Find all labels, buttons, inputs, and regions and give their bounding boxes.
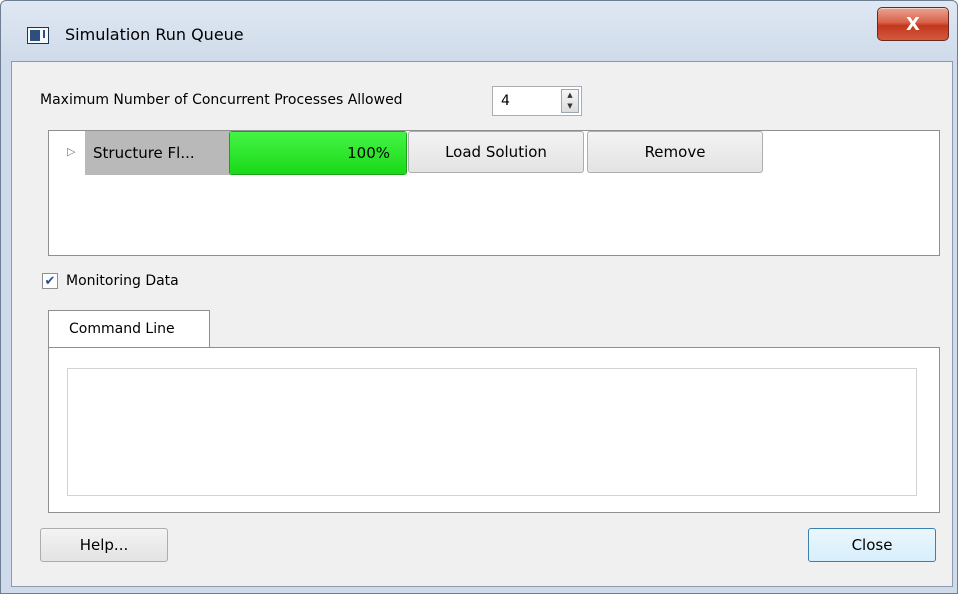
- close-button[interactable]: Close: [808, 528, 936, 562]
- app-icon-bar: [30, 30, 40, 41]
- tab-command-line[interactable]: Command Line: [48, 310, 210, 348]
- app-icon-mark: [43, 30, 45, 38]
- command-line-panel: [48, 347, 940, 513]
- dialog-window: Simulation Run Queue X Maximum Number of…: [0, 0, 958, 594]
- load-solution-button[interactable]: Load Solution: [408, 131, 584, 173]
- app-icon: [27, 27, 49, 44]
- remove-button[interactable]: Remove: [587, 131, 763, 173]
- dialog-body: Maximum Number of Concurrent Processes A…: [11, 61, 953, 587]
- close-icon: X: [906, 13, 920, 35]
- checkmark-icon: ✔: [44, 273, 56, 289]
- run-queue-list: ▷ Structure Fl... 100% Load Solution Rem…: [48, 130, 940, 256]
- monitoring-data-option[interactable]: ✔ Monitoring Data: [42, 272, 179, 290]
- help-button[interactable]: Help...: [40, 528, 168, 562]
- job-name[interactable]: Structure Fl...: [85, 131, 231, 175]
- command-line-output[interactable]: [67, 368, 917, 496]
- title-bar[interactable]: Simulation Run Queue X: [1, 1, 957, 61]
- spin-up-icon[interactable]: ▲: [562, 90, 578, 101]
- monitoring-data-label: Monitoring Data: [66, 273, 179, 289]
- progress-percent: 100%: [347, 144, 390, 162]
- expand-arrow-icon[interactable]: ▷: [67, 145, 75, 158]
- window-title: Simulation Run Queue: [65, 25, 244, 44]
- max-processes-label: Maximum Number of Concurrent Processes A…: [40, 92, 403, 108]
- window-close-button[interactable]: X: [877, 7, 949, 41]
- spin-down-icon[interactable]: ▼: [562, 101, 578, 112]
- max-processes-spinbox[interactable]: 4 ▲ ▼: [492, 86, 582, 116]
- job-progress-bar: 100%: [229, 131, 407, 175]
- spin-buttons: ▲ ▼: [561, 89, 579, 113]
- monitoring-data-checkbox[interactable]: ✔: [42, 273, 58, 289]
- max-processes-value[interactable]: 4: [501, 93, 510, 109]
